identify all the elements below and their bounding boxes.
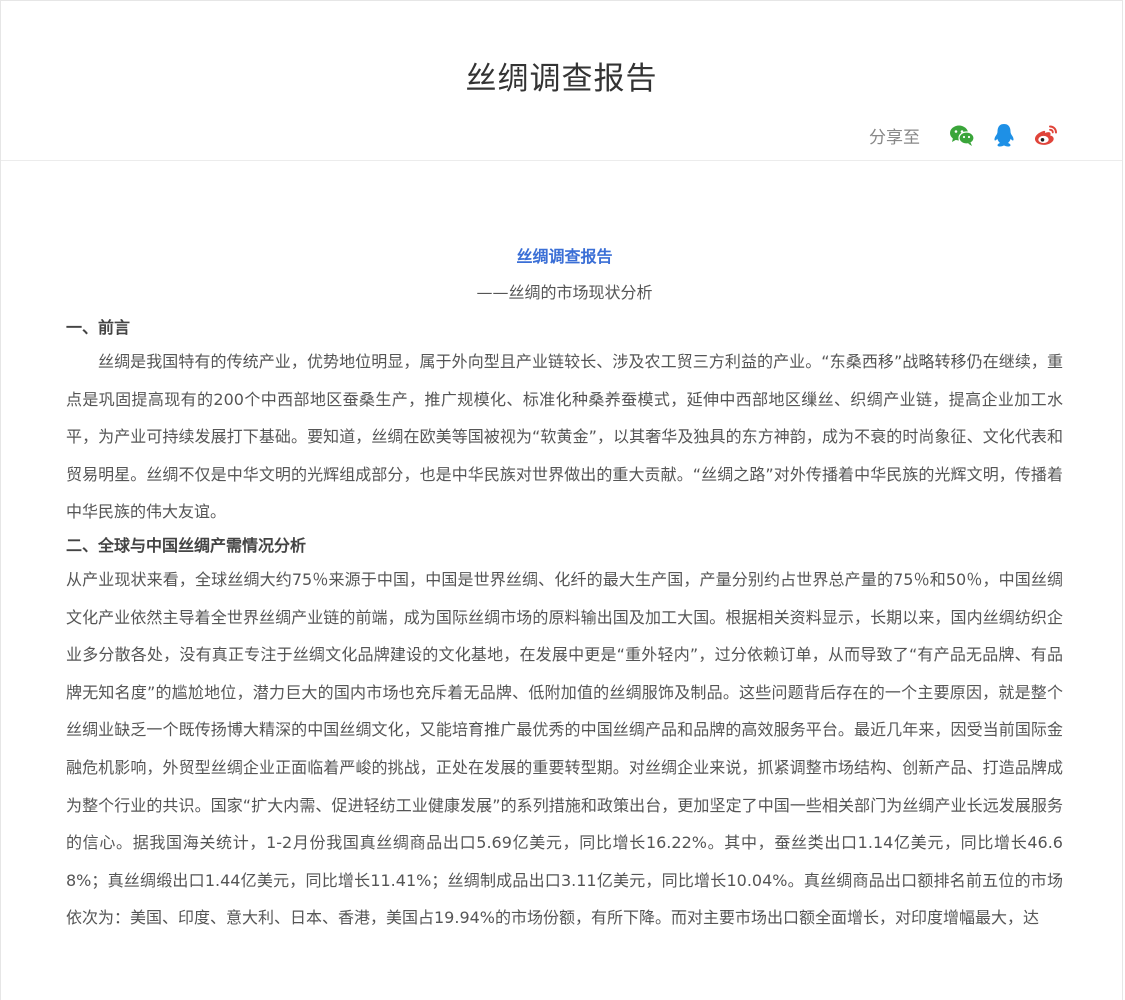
page-header: 丝绸调查报告 分享至 — [1, 1, 1122, 161]
wechat-icon[interactable] — [948, 121, 976, 149]
weibo-icon[interactable] — [1032, 121, 1060, 149]
paragraph-intro: 丝绸是我国特有的传统产业，优势地位明显，属于外向型且产业链较长、涉及农工贸三方利… — [66, 352, 1063, 522]
document-page: 丝绸调查报告 分享至 丝绸调查报告 ——丝绸的市场现状分析 一、前言 丝绸是我国… — [0, 0, 1123, 1000]
article-body: 丝绸调查报告 ——丝绸的市场现状分析 一、前言 丝绸是我国特有的传统产业，优势地… — [66, 241, 1063, 937]
section-heading-analysis: 二、全球与中国丝绸产需情况分析 — [66, 535, 307, 555]
article-subtitle: ——丝绸的市场现状分析 — [476, 283, 653, 302]
qq-icon[interactable] — [990, 121, 1018, 149]
paragraph-analysis: 从产业现状来看，全球丝绸大约75％来源于中国，中国是世界丝绸、化纤的最大生产国，… — [66, 569, 1063, 928]
article-title: 丝绸调查报告 — [516, 247, 613, 266]
share-label: 分享至 — [869, 127, 920, 148]
section-heading-intro: 一、前言 — [66, 318, 131, 337]
page-title: 丝绸调查报告 — [465, 61, 658, 97]
share-bar: 分享至 — [869, 121, 1060, 149]
